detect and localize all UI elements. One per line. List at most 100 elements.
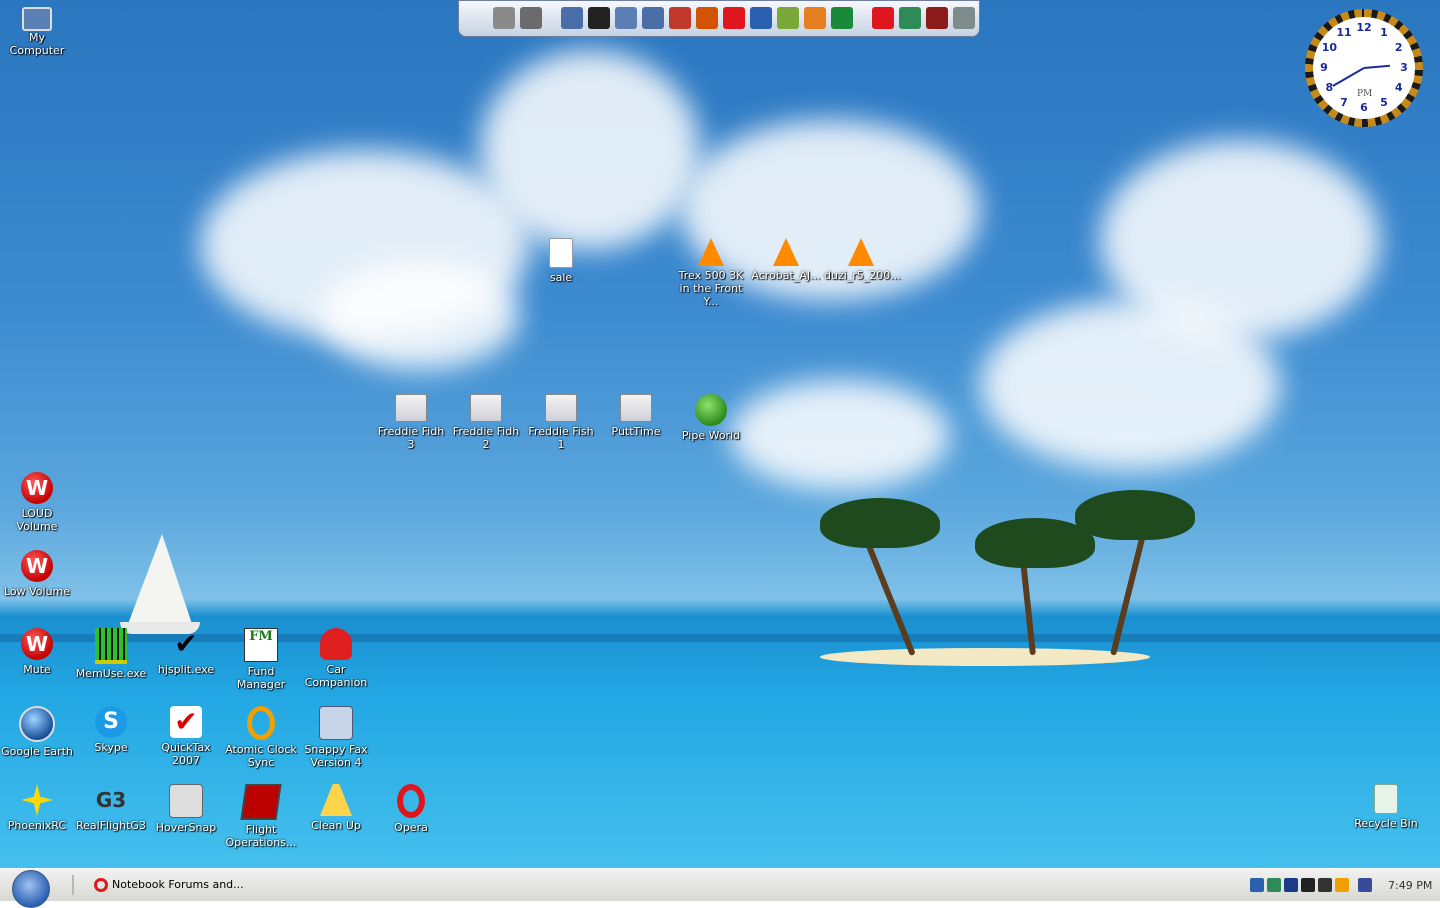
clock-number: 12	[1356, 21, 1372, 34]
desktop-icon-fund-manager[interactable]: FM Fund Manager	[224, 628, 298, 691]
low-volume-icon: W	[21, 550, 53, 582]
palm-leaves	[820, 498, 940, 548]
desktop-icon-cleanup[interactable]: Clean Up	[299, 784, 373, 832]
picasa-icon[interactable]	[804, 7, 826, 29]
clock-number: 2	[1394, 41, 1403, 54]
fund-manager-icon: FM	[244, 628, 278, 662]
desktop-icon-hjsplit[interactable]: ✔ hjsplit.exe	[149, 627, 223, 677]
desktop-icon-pipeworld[interactable]: Pipe World	[674, 394, 748, 442]
desktop-icon-freddie1[interactable]: Freddie Fish 1	[524, 394, 598, 451]
palm-leaves	[1075, 490, 1195, 540]
desktop-icon-loud-volume[interactable]: W LOUD Volume	[0, 472, 74, 533]
desktop-icon-low-volume[interactable]: W Low Volume	[0, 550, 74, 598]
wallpaper-cloud	[320, 260, 520, 370]
toolbox-icon[interactable]	[669, 7, 691, 29]
desktop-icon-opera[interactable]: Opera	[374, 784, 448, 834]
desktop-icon-google-earth[interactable]: Google Earth	[0, 706, 74, 758]
clock-number: 4	[1394, 81, 1403, 94]
desktop-icon-label: Fund Manager	[236, 665, 286, 691]
desktop-icon-label: Freddie Fish 1	[528, 425, 594, 451]
boot-icon[interactable]	[926, 7, 948, 29]
clock-hour-hand	[1363, 64, 1390, 69]
desktop-icon-memuse[interactable]: MemUse.exe	[74, 628, 148, 680]
desktop-icon-label: Freddie Fidh 2	[452, 425, 520, 451]
document-icon[interactable]	[615, 7, 637, 29]
desktop-icon-skype[interactable]: S Skype	[74, 706, 148, 754]
desktop-icon-label: RealFlightG3	[76, 819, 146, 832]
hjsplit-icon: ✔	[174, 627, 198, 660]
pen-icon[interactable]	[777, 7, 799, 29]
desktop-icon-label: HoverSnap	[155, 821, 217, 834]
taskbar-item-opera[interactable]: Notebook Forums and...	[88, 874, 288, 896]
desktop-icon-my-computer[interactable]: My Computer	[0, 4, 74, 57]
duzi-icon	[848, 238, 874, 266]
mail-tray-icon[interactable]	[1284, 878, 1298, 892]
desktop-icon-label: Recycle Bin	[1354, 817, 1418, 830]
desktop-icon-acrobat[interactable]: Acrobat_AJ...	[749, 238, 823, 282]
taskbar-clock[interactable]: 7:49 PM	[1388, 879, 1432, 892]
desktop-icon-flight-ops[interactable]: Flight Operations...	[224, 784, 298, 849]
desktop-icon-freddie3[interactable]: Freddie Fidh 3	[374, 394, 448, 451]
clock-number: 3	[1400, 61, 1408, 74]
wallpaper-cloud	[980, 300, 1280, 470]
desktop-icon-quicktax[interactable]: ✔ QuickTax 2007	[149, 706, 223, 768]
recycle-icon[interactable]	[899, 7, 921, 29]
desktop-icon-label: Mute	[23, 663, 51, 676]
m-logo-icon[interactable]	[750, 7, 772, 29]
taskbar: Notebook Forums and... 7:49 PM	[0, 868, 1440, 908]
desktop-icon-label: PhoenixRC	[7, 819, 67, 832]
desktop-icon-label: Low Volume	[3, 585, 71, 598]
desktop-icon-label: duzi_r5_200...	[824, 269, 901, 282]
clock-tray-icon[interactable]	[1335, 878, 1349, 892]
desktop-icon-label: Skype	[94, 741, 128, 754]
security-tray-icon[interactable]	[1358, 878, 1372, 892]
desktop-icon-sale[interactable]: sale	[524, 238, 598, 284]
realflight-icon: G3	[95, 788, 127, 812]
desktop-icon-trex[interactable]: Trex 500 3K in the Front Y...	[674, 238, 748, 308]
skype-icon: S	[95, 706, 127, 738]
gears-icon[interactable]	[953, 7, 975, 29]
trex-icon	[698, 238, 724, 266]
screenshot-icon[interactable]	[642, 7, 664, 29]
desktop-icon-label: Car Companion	[304, 663, 368, 689]
desktop-icon-putttime[interactable]: PuttTime	[599, 394, 673, 438]
google-earth-icon	[19, 706, 55, 742]
network-icon[interactable]	[493, 7, 515, 29]
desktop-icon-hoversnap[interactable]: HoverSnap	[149, 784, 223, 834]
tools-icon[interactable]	[520, 7, 542, 29]
desktop-icon-label: Atomic Clock Sync	[225, 743, 297, 769]
shield-tray-icon[interactable]	[1267, 878, 1281, 892]
quicktime-icon[interactable]	[723, 7, 745, 29]
desktop-icon-freddie2[interactable]: Freddie Fidh 2	[449, 394, 523, 451]
desktop-icon-label: MemUse.exe	[75, 667, 147, 680]
analog-clock-widget[interactable]: PM 12 1 2 3 4 5 6 7 8 9 10 11	[1305, 9, 1423, 127]
desktop-icon-snappy-fax[interactable]: Snappy Fax Version 4	[299, 706, 373, 769]
desktop-icon-atomic-clock[interactable]: Atomic Clock Sync	[224, 706, 298, 769]
circle-tray-icon[interactable]	[1318, 878, 1332, 892]
acrobat-icon	[773, 238, 799, 266]
recycle-bin-icon	[1374, 784, 1398, 814]
desktop[interactable]: My Computer sale Trex 500 3K in the Front …	[0, 0, 1440, 868]
sale-icon	[549, 238, 573, 268]
wpaw-icon[interactable]	[872, 7, 894, 29]
opera-icon	[397, 784, 425, 818]
eye-icon[interactable]	[831, 7, 853, 29]
linux-penguin-icon[interactable]	[588, 7, 610, 29]
desktop-icon-label: My Computer	[9, 31, 65, 57]
desktop-icon-mute[interactable]: W Mute	[0, 628, 74, 676]
phoenixrc-icon	[21, 784, 53, 816]
desktop-icon-phoenixrc[interactable]: PhoenixRC	[0, 784, 74, 832]
start-button[interactable]	[12, 870, 50, 908]
clock-number: 11	[1336, 26, 1352, 40]
desktop-icon-recycle-bin[interactable]: Recycle Bin	[1349, 784, 1423, 830]
network-tray-icon[interactable]	[1250, 878, 1264, 892]
monitor-icon[interactable]	[561, 7, 583, 29]
search-icon[interactable]	[696, 7, 718, 29]
desktop-icon-duzi[interactable]: duzi_r5_200...	[824, 238, 901, 282]
freddie1-icon	[545, 394, 577, 422]
desktop-icon-car-companion[interactable]: Car Companion	[299, 628, 373, 689]
desktop-icon-realflight[interactable]: G3 RealFlightG3	[74, 784, 148, 832]
desktop-icon-label: PuttTime	[611, 425, 661, 438]
clock-number: 10	[1321, 41, 1337, 54]
media-tray-icon[interactable]	[1301, 878, 1315, 892]
